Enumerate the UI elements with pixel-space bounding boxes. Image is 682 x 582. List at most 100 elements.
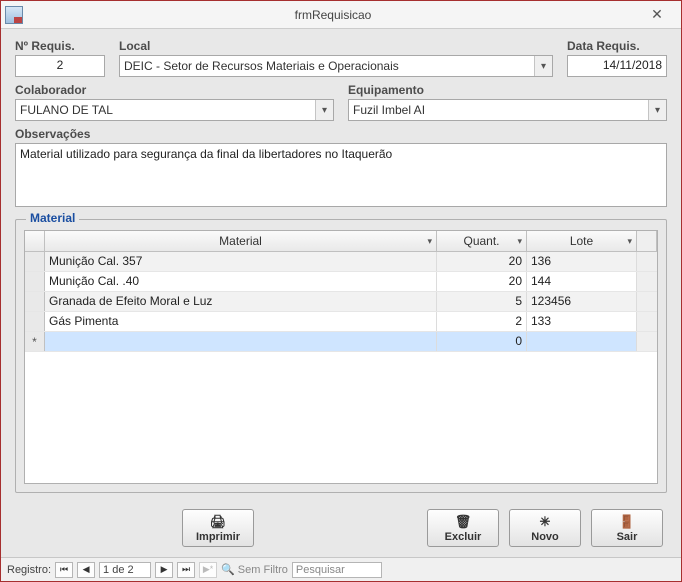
row-selector[interactable]: *	[25, 332, 45, 351]
cell-lote[interactable]: 133	[527, 312, 637, 331]
grid-body: Munição Cal. 35720136Munição Cal. .40201…	[25, 252, 657, 483]
header-quant-label: Quant.	[463, 234, 499, 248]
field-data-requis: Data Requis. 14/11/2018	[567, 39, 667, 77]
label-colaborador: Colaborador	[15, 83, 334, 97]
nav-first-button[interactable]: ⏮	[55, 562, 73, 578]
table-row[interactable]: *0	[25, 332, 657, 352]
label-equipamento: Equipamento	[348, 83, 667, 97]
row-selector[interactable]	[25, 272, 45, 291]
field-colaborador: Colaborador FULANO DE TAL ▾	[15, 83, 334, 121]
chevron-down-icon[interactable]: ▾	[534, 56, 552, 76]
input-data-requis[interactable]: 14/11/2018	[567, 55, 667, 77]
row-selector[interactable]	[25, 252, 45, 271]
cell-lote[interactable]: 136	[527, 252, 637, 271]
excluir-label: Excluir	[445, 531, 482, 543]
nav-prev-button[interactable]: ◀	[77, 562, 95, 578]
new-icon: ✳	[540, 514, 551, 530]
cell-material[interactable]	[45, 332, 437, 351]
nav-nofilter-label: Sem Filtro	[238, 564, 288, 576]
label-observacoes: Observações	[15, 127, 667, 141]
combo-local[interactable]: DEIC - Setor de Recursos Materiais e Ope…	[119, 55, 553, 77]
header-scroll-spacer	[637, 231, 657, 251]
form-body: Nº Requis. 2 Local DEIC - Setor de Recur…	[1, 29, 681, 557]
cell-scroll-spacer	[637, 332, 657, 351]
table-row[interactable]: Granada de Efeito Moral e Luz5123456	[25, 292, 657, 312]
nav-search-input[interactable]: Pesquisar	[292, 562, 382, 578]
cell-quant[interactable]: 20	[437, 272, 527, 291]
label-n-requis: Nº Requis.	[15, 39, 105, 53]
exit-icon: 🚪	[619, 514, 635, 530]
close-button[interactable]: ✕	[637, 3, 677, 27]
grid-header: Material ▾ Quant. ▾ Lote ▾	[25, 231, 657, 252]
header-lote[interactable]: Lote ▾	[527, 231, 637, 251]
excluir-button[interactable]: 🗑 Excluir	[427, 509, 499, 547]
cell-lote[interactable]: 123456	[527, 292, 637, 311]
form-window: frmRequisicao ✕ Nº Requis. 2 Local DEIC …	[0, 0, 682, 582]
chevron-down-icon[interactable]: ▾	[627, 236, 632, 247]
label-data-requis: Data Requis.	[567, 39, 667, 53]
imprimir-button[interactable]: 🖨 Imprimir	[182, 509, 254, 547]
nav-search-placeholder: Pesquisar	[296, 564, 345, 576]
cell-quant[interactable]: 5	[437, 292, 527, 311]
textarea-observacoes[interactable]	[15, 143, 667, 207]
cell-scroll-spacer	[637, 272, 657, 291]
row-top: Nº Requis. 2 Local DEIC - Setor de Recur…	[15, 39, 667, 77]
material-grid: Material ▾ Quant. ▾ Lote ▾ Munição Cal. …	[24, 230, 658, 484]
group-material-legend: Material	[26, 211, 79, 225]
label-local: Local	[119, 39, 553, 53]
print-icon: 🖨	[210, 514, 227, 530]
cell-quant[interactable]: 2	[437, 312, 527, 331]
sair-label: Sair	[617, 531, 638, 543]
input-n-requis[interactable]: 2	[15, 55, 105, 77]
cell-material[interactable]: Munição Cal. 357	[45, 252, 437, 271]
delete-icon: 🗑	[455, 514, 472, 530]
row-selector[interactable]	[25, 312, 45, 331]
nav-new-button[interactable]: ▶*	[199, 562, 217, 578]
titlebar: frmRequisicao ✕	[1, 1, 681, 29]
cell-quant[interactable]: 0	[437, 332, 527, 351]
header-selector[interactable]	[25, 231, 45, 251]
record-navigator: Registro: ⏮ ◀ 1 de 2 ▶ ⏭ ▶* 🔍 Sem Filtro…	[1, 557, 681, 581]
row-selector[interactable]	[25, 292, 45, 311]
nav-nofilter: 🔍 Sem Filtro	[221, 563, 288, 576]
combo-local-value: DEIC - Setor de Recursos Materiais e Ope…	[120, 56, 534, 76]
header-material-label: Material	[219, 234, 262, 248]
cell-material[interactable]: Granada de Efeito Moral e Luz	[45, 292, 437, 311]
table-row[interactable]: Gás Pimenta2133	[25, 312, 657, 332]
chevron-down-icon[interactable]: ▾	[315, 100, 333, 120]
chevron-down-icon[interactable]: ▾	[517, 236, 522, 247]
nav-next-button[interactable]: ▶	[155, 562, 173, 578]
combo-equipamento[interactable]: Fuzil Imbel AI ▾	[348, 99, 667, 121]
table-row[interactable]: Munição Cal. 35720136	[25, 252, 657, 272]
header-quant[interactable]: Quant. ▾	[437, 231, 527, 251]
close-icon: ✕	[651, 6, 663, 23]
field-n-requis: Nº Requis. 2	[15, 39, 105, 77]
combo-equipamento-value: Fuzil Imbel AI	[349, 100, 648, 120]
chevron-down-icon[interactable]: ▾	[648, 100, 666, 120]
sair-button[interactable]: 🚪 Sair	[591, 509, 663, 547]
cell-lote[interactable]	[527, 332, 637, 351]
group-material: Material Material ▾ Quant. ▾ Lote ▾	[15, 219, 667, 493]
row-mid: Colaborador FULANO DE TAL ▾ Equipamento …	[15, 83, 667, 121]
nav-last-button[interactable]: ⏭	[177, 562, 195, 578]
cell-lote[interactable]: 144	[527, 272, 637, 291]
cell-material[interactable]: Munição Cal. .40	[45, 272, 437, 291]
header-material[interactable]: Material ▾	[45, 231, 437, 251]
cell-material[interactable]: Gás Pimenta	[45, 312, 437, 331]
form-icon	[5, 6, 23, 24]
chevron-down-icon[interactable]: ▾	[427, 236, 432, 247]
nav-position-text: 1 de 2	[103, 564, 134, 576]
field-observacoes: Observações	[15, 127, 667, 207]
novo-button[interactable]: ✳ Novo	[509, 509, 581, 547]
cell-quant[interactable]: 20	[437, 252, 527, 271]
nav-position[interactable]: 1 de 2	[99, 562, 151, 578]
novo-label: Novo	[531, 531, 559, 543]
cell-scroll-spacer	[637, 252, 657, 271]
cell-scroll-spacer	[637, 292, 657, 311]
window-title: frmRequisicao	[29, 8, 637, 22]
imprimir-label: Imprimir	[196, 531, 240, 543]
buttons-row: 🖨 Imprimir 🗑 Excluir ✳ Novo 🚪 Sair	[15, 499, 667, 551]
combo-colaborador[interactable]: FULANO DE TAL ▾	[15, 99, 334, 121]
field-equipamento: Equipamento Fuzil Imbel AI ▾	[348, 83, 667, 121]
table-row[interactable]: Munição Cal. .4020144	[25, 272, 657, 292]
